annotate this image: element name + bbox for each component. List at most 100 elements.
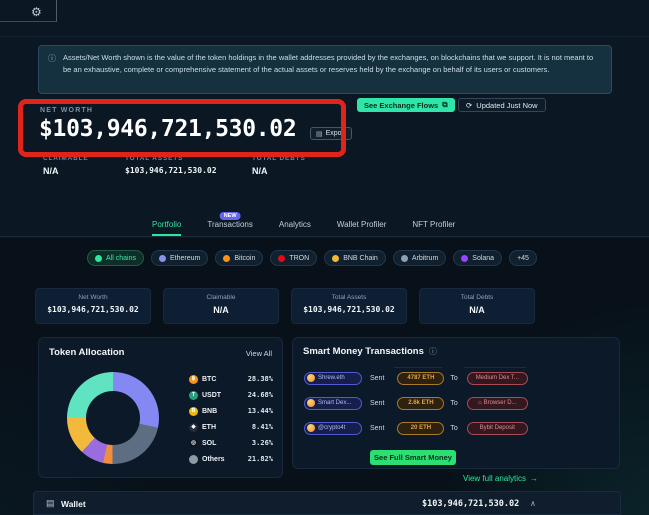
export-icon: ▤ (316, 130, 323, 138)
legend-item: ฿ BTC 28.38% (189, 374, 273, 385)
token-percent: 3.26% (252, 439, 273, 447)
to-label: To (450, 425, 457, 432)
transaction-row: @crypto4t Sent 20 ETH To Bybit Deposit (304, 421, 609, 435)
view-all-link[interactable]: View All (246, 349, 272, 358)
stat-label: TOTAL ASSETS (125, 155, 217, 162)
top-bar: ⚙ (0, 0, 649, 37)
column-separator (464, 367, 526, 368)
sent-label: Sent (370, 425, 384, 432)
token-percent: 24.68% (248, 391, 273, 399)
stat-value: $103,946,721,530.02 (125, 166, 217, 175)
token-symbol: BTC (202, 376, 216, 383)
wallet-total-value: $103,946,721,530.02 (422, 499, 519, 509)
token-allocation-panel: Token Allocation View All ฿ BTC 28.38% T… (38, 337, 283, 478)
chain-chip[interactable]: All chains (87, 250, 144, 266)
house-icon: ⌂ (478, 400, 482, 406)
info-icon: ⓘ (48, 53, 56, 65)
to-address-pill[interactable]: Medium Dex T... (467, 372, 528, 385)
net-worth-value: $103,946,721,530.02 (39, 116, 296, 142)
wallet-label: Wallet (61, 499, 86, 509)
smart-money-rows: Shrew.eth Sent 4787 ETH To Medium Dex T.… (304, 371, 609, 446)
arrow-right-icon: → (530, 474, 538, 483)
chain-icon (223, 255, 230, 262)
amount-pill[interactable]: 20 ETH (397, 422, 444, 435)
chain-icon (278, 255, 285, 262)
to-address-pill[interactable]: Bybit Deposit (467, 422, 528, 435)
avatar (307, 399, 315, 407)
card-label: Net Worth (36, 294, 150, 301)
chain-chip[interactable]: Bitcoin (215, 250, 263, 266)
token-icon: T (189, 391, 198, 400)
tab[interactable]: Portfolio (152, 220, 181, 236)
avatar (307, 374, 315, 382)
legend-item: ◎ SOL 3.26% (189, 438, 273, 449)
token-symbol: SOL (202, 440, 216, 447)
transaction-row: Smart Dex... Sent 2.6k ETH To ⌂ Browser … (304, 396, 609, 410)
token-symbol: BNB (202, 408, 217, 415)
token-icon (189, 455, 198, 464)
token-icon: ◆ (189, 423, 198, 432)
net-worth-label: NET WORTH (40, 107, 93, 114)
token-percent: 8.41% (252, 423, 273, 431)
smart-money-title: Smart Money Transactions (303, 346, 424, 357)
avatar (307, 424, 315, 432)
token-allocation-legend: ฿ BTC 28.38% T USDT 24.68% B BNB 13.44% … (189, 374, 273, 470)
tab[interactable]: Wallet Profiler (337, 220, 387, 236)
header-stat: TOTAL DEBTS N/A (252, 155, 306, 176)
export-button[interactable]: ▤ Export (310, 127, 352, 140)
token-allocation-donut-chart (67, 372, 159, 464)
to-label: To (450, 375, 457, 382)
tab[interactable]: Analytics (279, 220, 311, 236)
tab[interactable]: Transactions NEW (207, 220, 253, 236)
tab-bar: Portfolio Transactions NEW Analytics Wal… (0, 213, 649, 237)
chain-chip[interactable]: +45 (509, 250, 537, 266)
token-symbol: Others (202, 456, 225, 463)
tab[interactable]: NFT Profiler (412, 220, 455, 236)
view-full-analytics-link[interactable]: View full analytics → (463, 474, 538, 483)
chain-chip[interactable]: TRON (270, 250, 317, 266)
info-icon[interactable]: ⓘ (429, 346, 437, 357)
token-percent: 21.82% (248, 455, 273, 463)
token-icon: ◎ (189, 439, 198, 448)
wallet-bar[interactable]: ▤ Wallet $103,946,721,530.02 ∧ (33, 491, 621, 515)
see-exchange-flows-button[interactable]: See Exchange Flows ⧉ (357, 98, 455, 112)
from-address-pill[interactable]: @crypto4t (304, 422, 362, 435)
chain-icon (332, 255, 339, 262)
chain-icon (95, 255, 102, 262)
header-stat: TOTAL ASSETS $103,946,721,530.02 (125, 155, 217, 175)
summary-cards-row: Net Worth $103,946,721,530.02 Claimable … (35, 288, 535, 324)
summary-card: Total Debts N/A (419, 288, 535, 324)
from-address-pill[interactable]: Shrew.eth (304, 372, 362, 385)
stat-label: TOTAL DEBTS (252, 155, 306, 162)
amount-pill[interactable]: 4787 ETH (397, 372, 444, 385)
gear-icon[interactable]: ⚙ (31, 5, 42, 19)
card-value: N/A (164, 305, 278, 315)
to-address-pill[interactable]: ⌂ Browser D... (467, 397, 528, 410)
new-badge: NEW (220, 212, 241, 220)
header-stat: CLAIMABLE N/A (43, 155, 88, 176)
chain-chip[interactable]: BNB Chain (324, 250, 386, 266)
token-symbol: USDT (202, 392, 221, 399)
legend-item: Others 21.82% (189, 454, 273, 465)
summary-card: Total Assets $103,946,721,530.02 (291, 288, 407, 324)
disclaimer-box: ⓘ Assets/Net Worth shown is the value of… (38, 45, 612, 94)
chain-chip[interactable]: Arbitrum (393, 250, 446, 266)
chain-chip[interactable]: Ethereum (151, 250, 208, 266)
see-full-smart-money-button[interactable]: See Full Smart Money (370, 450, 456, 465)
from-address-pill[interactable]: Smart Dex... (304, 397, 362, 410)
card-label: Total Debts (420, 294, 534, 301)
stat-value: N/A (252, 166, 306, 176)
card-value: $103,946,721,530.02 (292, 305, 406, 314)
summary-card: Claimable N/A (163, 288, 279, 324)
card-label: Claimable (164, 294, 278, 301)
token-percent: 28.38% (248, 375, 273, 383)
chain-chip[interactable]: Solana (453, 250, 502, 266)
token-allocation-title: Token Allocation (49, 347, 124, 358)
chevron-up-icon[interactable]: ∧ (530, 499, 536, 508)
to-label: To (450, 400, 457, 407)
updated-just-now-button[interactable]: ⟳ Updated Just Now (458, 98, 546, 112)
token-symbol: ETH (202, 424, 216, 431)
amount-pill[interactable]: 2.6k ETH (397, 397, 444, 410)
legend-item: ◆ ETH 8.41% (189, 422, 273, 433)
transaction-row: Shrew.eth Sent 4787 ETH To Medium Dex T.… (304, 371, 609, 385)
